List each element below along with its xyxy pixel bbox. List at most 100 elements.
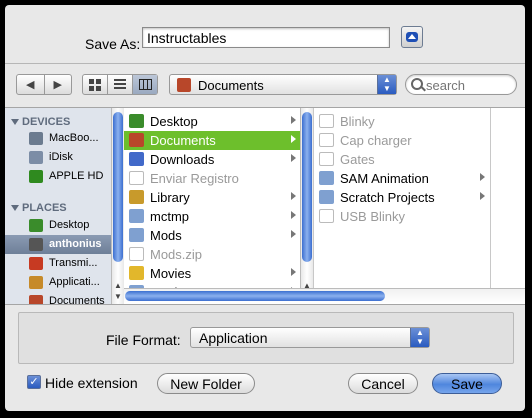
sidebar-item[interactable]: Documents xyxy=(5,292,123,304)
column-scrollbar[interactable]: ▲ ▼ xyxy=(300,108,313,304)
disclosure-arrow-icon xyxy=(291,211,296,219)
desktop-folder-icon xyxy=(129,114,144,128)
file-row[interactable]: Documents xyxy=(124,131,301,150)
file-row[interactable]: USB Blinky xyxy=(314,207,490,226)
sidebar-scrollbar[interactable]: ▲ ▼ xyxy=(111,108,124,304)
file-format-popup[interactable]: Application ▲ ▼ xyxy=(190,327,430,348)
desktop-folder-icon xyxy=(29,219,43,232)
folder-icon xyxy=(319,190,334,204)
library-icon xyxy=(129,190,144,204)
file-name: Mods xyxy=(150,228,182,243)
sidebar-item[interactable]: Transmi... xyxy=(5,254,123,273)
save-as-field[interactable] xyxy=(142,27,390,48)
column-view-button[interactable] xyxy=(132,75,157,94)
file-row[interactable]: Desktop xyxy=(124,112,301,131)
forward-arrow-icon: ▶ xyxy=(53,79,62,91)
disclosure-arrow-icon xyxy=(480,192,485,200)
file-row[interactable]: SAM Animation xyxy=(314,169,490,188)
sidebar-item-label: anthonius xyxy=(49,238,102,250)
back-arrow-icon: ◀ xyxy=(26,79,35,91)
expand-dialog-button[interactable] xyxy=(401,26,423,48)
forward-button[interactable]: ▶ xyxy=(43,75,72,94)
file-row[interactable]: Gates xyxy=(314,150,490,169)
file-name: Scratch Projects xyxy=(340,190,435,205)
file-row[interactable]: mctmp xyxy=(124,207,301,226)
file-name: Documents xyxy=(150,133,216,148)
file-row[interactable]: Mods xyxy=(124,226,301,245)
disclosure-arrow-icon xyxy=(291,154,296,162)
sidebar-item-label: iDisk xyxy=(49,151,73,163)
sidebar-header-label: DEVICES xyxy=(22,116,71,128)
sidebar-header-devices[interactable]: DEVICES xyxy=(11,116,70,128)
file-row[interactable]: Scratch Projects xyxy=(314,188,490,207)
sidebar-item-label: Desktop xyxy=(49,219,90,231)
sidebar-header-places[interactable]: PLACES xyxy=(11,202,67,214)
disclosure-up-icon xyxy=(406,32,418,42)
file-name: USB Blinky xyxy=(340,209,406,224)
location-popup[interactable]: Documents ▲ ▼ xyxy=(169,74,397,95)
disclosure-arrow-icon xyxy=(291,268,296,276)
home-icon xyxy=(29,238,43,251)
save-button[interactable]: Save xyxy=(432,373,502,394)
column-documents: Blinky Cap charger Gates SAM Animation Scrat… xyxy=(314,108,490,304)
macbook-icon xyxy=(29,132,43,145)
back-button[interactable]: ◀ xyxy=(17,75,44,94)
search-field[interactable] xyxy=(405,74,517,95)
icon-view-button[interactable] xyxy=(83,75,107,94)
file-row[interactable]: Library xyxy=(124,188,301,207)
sidebar-item-label: Transmi... xyxy=(49,257,98,269)
file-name: Blinky xyxy=(340,114,375,129)
file-name: Desktop xyxy=(150,114,198,129)
file-name: Mods.zip xyxy=(150,247,203,262)
disclosure-arrow-icon xyxy=(480,173,485,181)
cancel-button[interactable]: Cancel xyxy=(348,373,418,394)
popup-arrows-icon: ▲ ▼ xyxy=(410,328,429,347)
sidebar-item[interactable]: APPLE HD xyxy=(5,167,123,186)
sidebar-item[interactable]: Applicati... xyxy=(5,273,123,292)
column-view-icon xyxy=(138,79,152,90)
documents-folder-icon xyxy=(177,78,191,92)
disclosure-triangle-icon xyxy=(11,119,19,126)
file-name: Downloads xyxy=(150,152,215,167)
location-label: Documents xyxy=(198,78,264,93)
sidebar-item-label: Documents xyxy=(49,295,105,304)
file-name: Library xyxy=(150,190,190,205)
scrollbar-thumb[interactable] xyxy=(125,291,385,301)
downloads-icon xyxy=(129,152,144,166)
file-name: Enviar Registro xyxy=(150,171,239,186)
search-icon xyxy=(411,78,423,90)
scroll-down-arrow-icon[interactable]: ▼ xyxy=(112,291,124,302)
divider xyxy=(5,63,525,64)
transmission-icon xyxy=(29,257,43,270)
file-row[interactable]: Movies xyxy=(124,264,301,283)
sidebar: DEVICES MacBoo... iDisk APPLE HD PLACES De… xyxy=(5,108,124,304)
column-home: Desktop Documents Downloads Enviar Registro… xyxy=(124,108,301,304)
file-row[interactable]: Enviar Registro xyxy=(124,169,301,188)
file-row[interactable]: Cap charger xyxy=(314,131,490,150)
list-view-button[interactable] xyxy=(107,75,132,94)
app-icon xyxy=(129,171,144,185)
format-panel: File Format: Application ▲ ▼ xyxy=(18,312,514,364)
drive-icon xyxy=(29,170,43,183)
scrollbar-thumb[interactable] xyxy=(302,112,312,262)
search-input[interactable] xyxy=(424,76,514,95)
file-browser: DEVICES MacBoo... iDisk APPLE HD PLACES De… xyxy=(5,107,525,305)
sidebar-header-label: PLACES xyxy=(22,202,67,214)
view-mode-buttons xyxy=(82,74,158,95)
scroll-up-arrow-icon[interactable]: ▲ xyxy=(112,280,124,291)
zip-icon xyxy=(129,247,144,261)
file-row[interactable]: Blinky xyxy=(314,112,490,131)
documents-folder-icon xyxy=(129,133,144,147)
sidebar-item[interactable]: Desktop xyxy=(5,216,123,235)
file-row[interactable]: Downloads xyxy=(124,150,301,169)
scrollbar-thumb[interactable] xyxy=(113,112,123,262)
checkmark-icon: ✓ xyxy=(27,375,41,389)
disclosure-arrow-icon xyxy=(291,135,296,143)
horizontal-scrollbar[interactable] xyxy=(124,288,525,304)
sidebar-item[interactable]: MacBoo... xyxy=(5,129,123,148)
new-folder-button[interactable]: New Folder xyxy=(157,373,255,394)
sidebar-item[interactable]: iDisk xyxy=(5,148,123,167)
sidebar-item[interactable]: anthonius xyxy=(5,235,123,254)
file-icon xyxy=(319,209,334,223)
file-row[interactable]: Mods.zip xyxy=(124,245,301,264)
